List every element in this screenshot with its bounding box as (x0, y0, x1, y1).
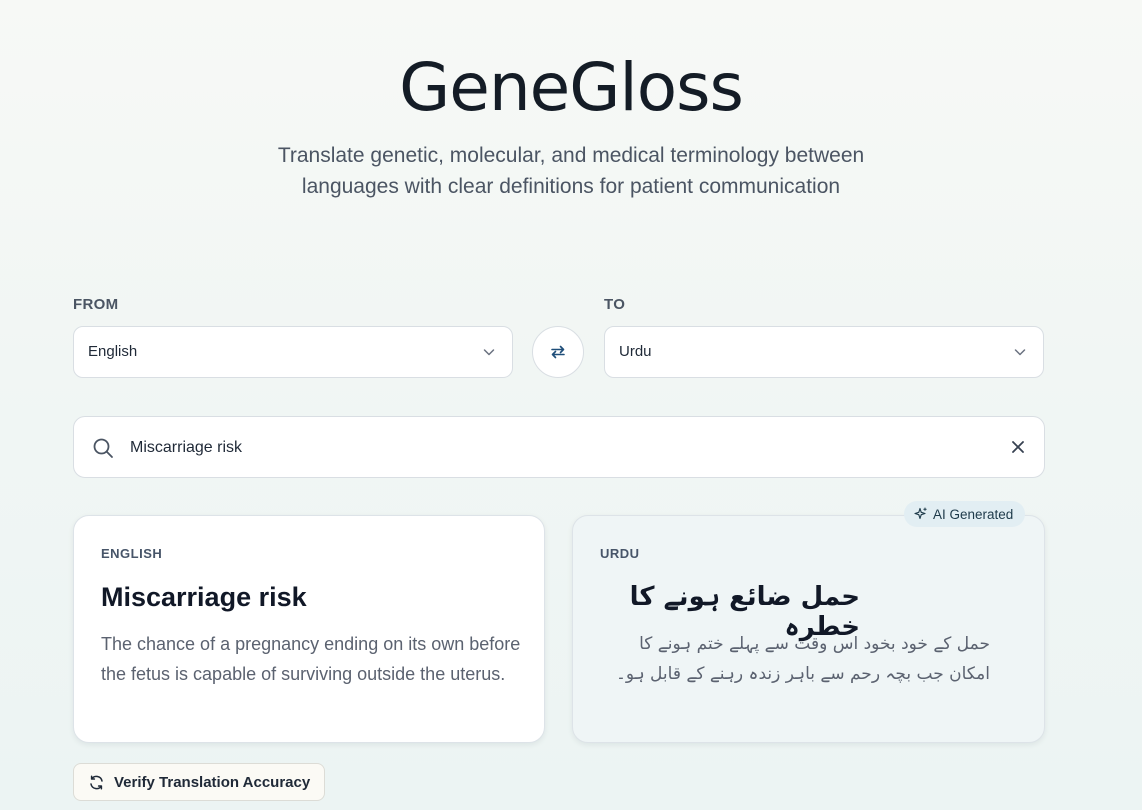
search-input[interactable] (128, 431, 992, 465)
from-label: FROM (73, 296, 119, 313)
search-icon (93, 438, 113, 458)
source-term-card: ENGLISH Miscarriage risk The chance of a… (73, 515, 545, 743)
verify-button-label: Verify Translation Accuracy (114, 773, 311, 791)
subtitle-line-1: Translate genetic, molecular, and medica… (277, 144, 865, 167)
target-language-label: URDU (600, 546, 640, 561)
chevron-down-icon (1014, 349, 1026, 356)
target-term-card: URDU حمل ضائع ہونے کا خطرہ حمل کے خود بخ… (572, 515, 1045, 743)
search-bar (73, 416, 1045, 478)
target-definition: حمل کے خود بخود اس وقت سے پہلے ختم ہونے … (615, 634, 990, 684)
ai-generated-badge: AI Generated (904, 501, 1026, 527)
badge-label: AI Generated (933, 506, 1014, 522)
refresh-icon (90, 774, 103, 790)
swap-icon (551, 345, 565, 359)
sparkle-icon (914, 507, 927, 520)
to-language-select[interactable]: Urdu (604, 326, 1044, 378)
app-subtitle: Translate genetic, molecular, and medica… (221, 140, 921, 202)
verify-translation-button[interactable]: Verify Translation Accuracy (73, 763, 326, 801)
from-language-select[interactable]: English (73, 326, 513, 378)
clear-icon[interactable] (1010, 439, 1026, 455)
swap-languages-button[interactable] (532, 326, 584, 378)
subtitle-line-2: languages with clear definitions for pat… (301, 175, 841, 198)
source-definition: The chance of a pregnancy ending on its … (101, 634, 521, 684)
source-term: Miscarriage risk (101, 582, 307, 612)
from-language-value: English (88, 343, 138, 360)
to-label: TO (604, 296, 626, 313)
chevron-down-icon (483, 349, 495, 356)
source-language-label: ENGLISH (101, 546, 163, 561)
to-language-value: Urdu (619, 343, 652, 360)
app-title: GeneGloss (399, 49, 744, 126)
